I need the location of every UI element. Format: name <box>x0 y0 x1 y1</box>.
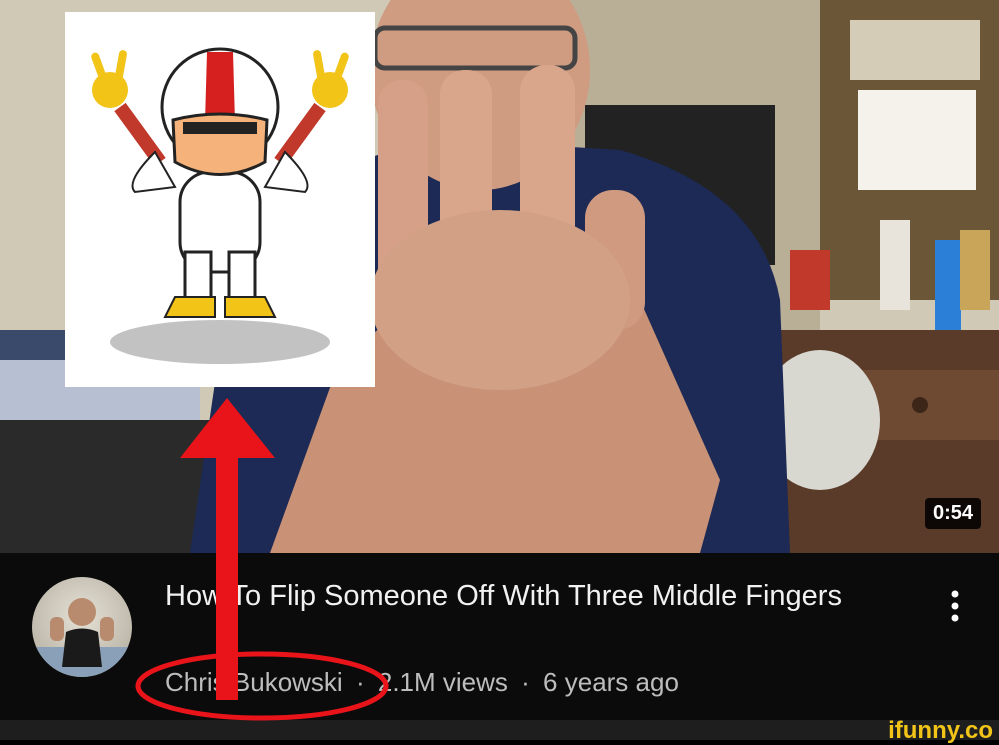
video-metadata: Chris Bukowski · 2.1M views · 6 years ag… <box>165 667 679 698</box>
view-count: 2.1M views <box>377 667 508 697</box>
footer-bar <box>0 720 999 740</box>
meta-separator: · <box>355 667 365 697</box>
ifunny-watermark: ifunny.co <box>888 717 993 744</box>
vertical-ellipsis-icon <box>951 590 959 622</box>
video-info-bar: How To Flip Someone Off With Three Middl… <box>0 553 999 720</box>
video-thumbnail[interactable]: 0:54 <box>0 0 999 553</box>
channel-name[interactable]: Chris Bukowski <box>165 667 343 698</box>
cartoon-character-icon <box>91 47 349 364</box>
channel-avatar[interactable] <box>32 577 132 677</box>
cartoon-inset-image <box>65 12 375 387</box>
avatar-person-icon <box>32 598 132 677</box>
more-options-button[interactable] <box>940 581 970 631</box>
meta-separator: · <box>521 667 530 697</box>
video-duration-badge: 0:54 <box>924 498 981 529</box>
upload-age: 6 years ago <box>543 667 679 697</box>
video-title[interactable]: How To Flip Someone Off With Three Middl… <box>165 577 905 615</box>
